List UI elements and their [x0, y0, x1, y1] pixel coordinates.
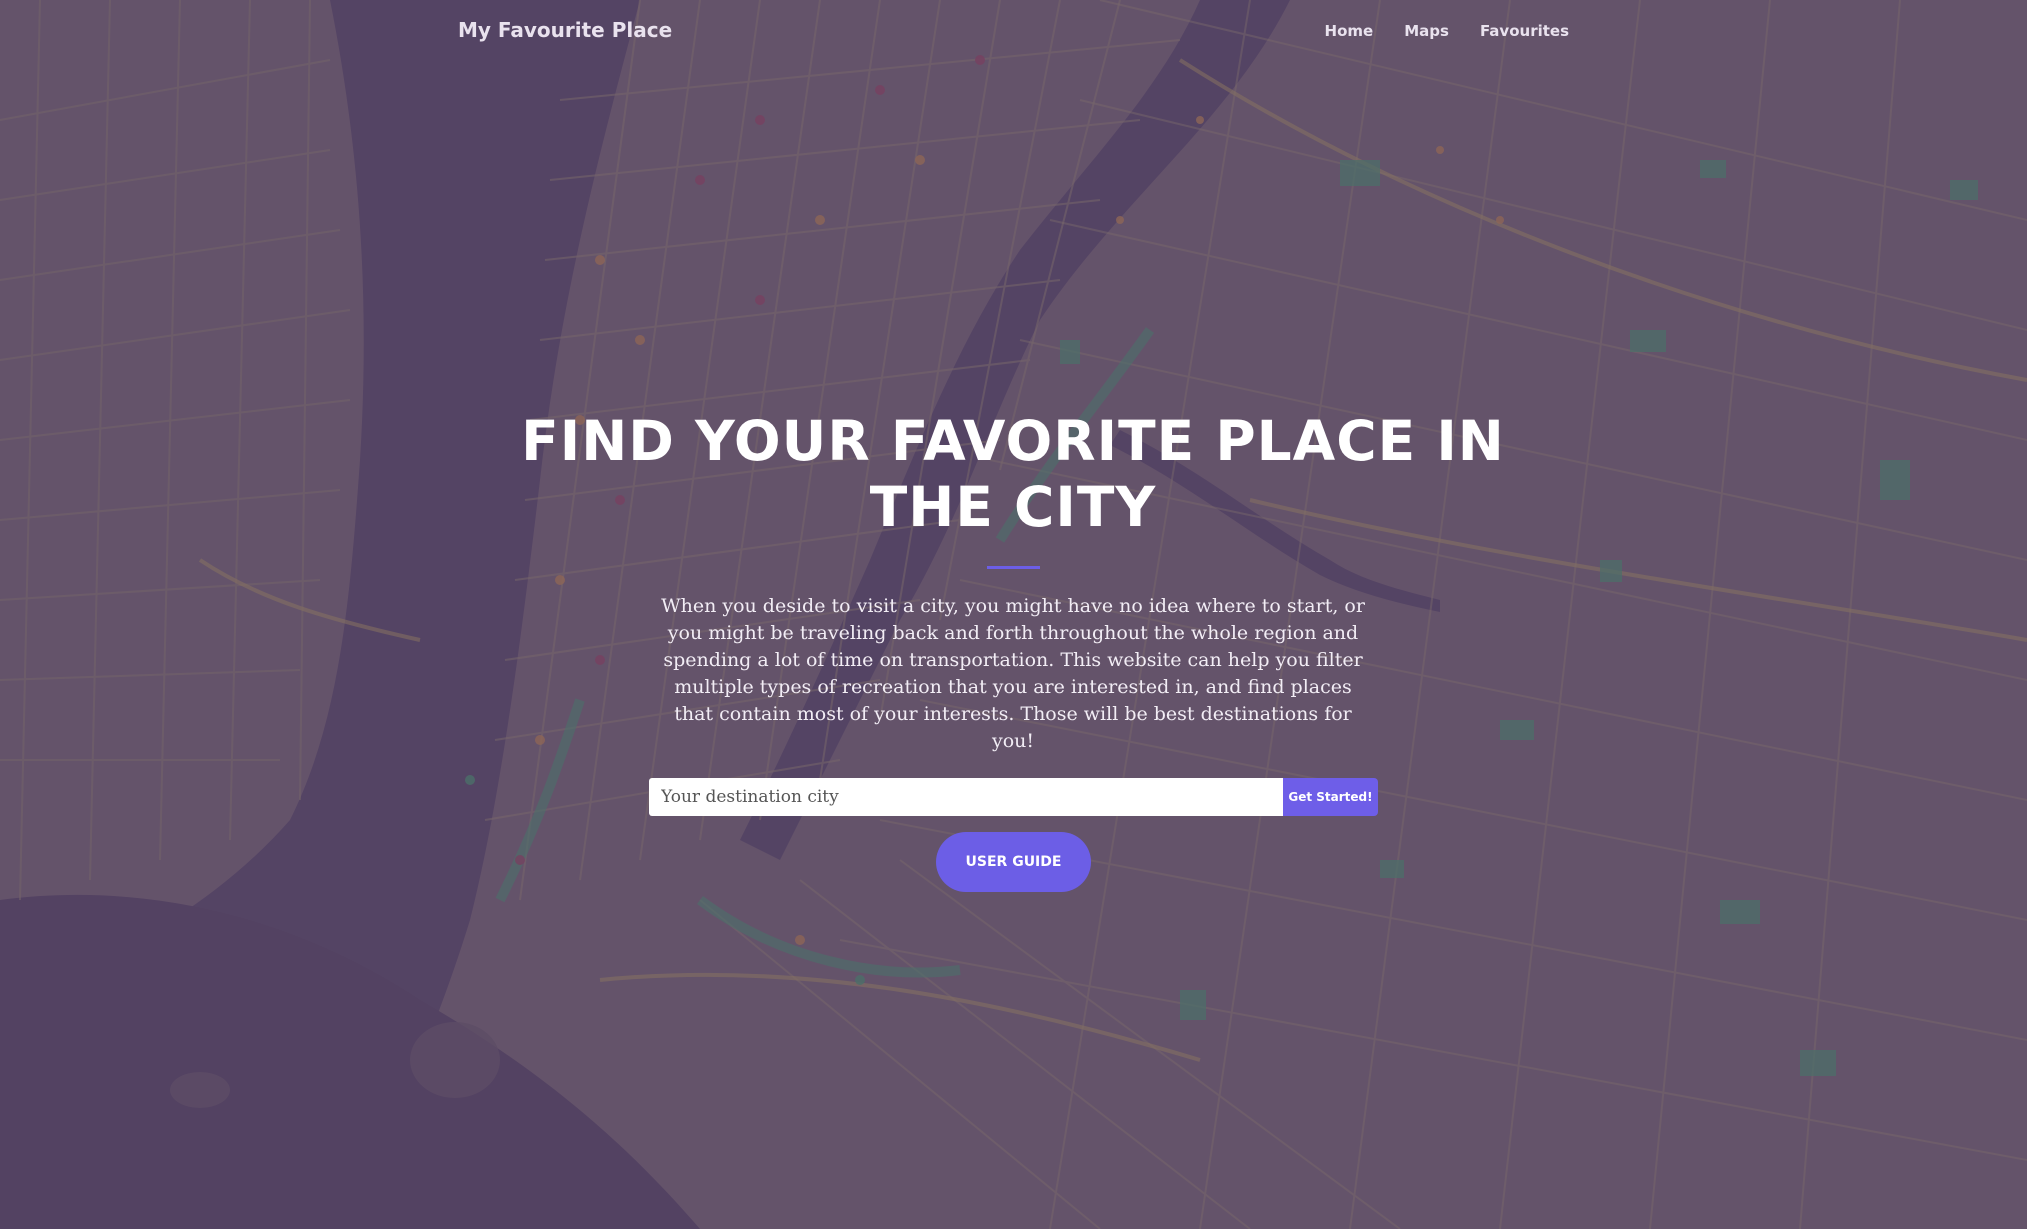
- get-started-button[interactable]: Get Started!: [1283, 778, 1378, 816]
- user-guide-button[interactable]: USER GUIDE: [936, 832, 1091, 892]
- nav-link-home[interactable]: Home: [1325, 22, 1374, 40]
- title-divider: [987, 566, 1040, 569]
- navbar: My Favourite Place Home Maps Favourites: [0, 0, 2027, 68]
- hero-description: When you deside to visit a city, you mig…: [661, 595, 1365, 752]
- destination-search-form: Get Started!: [649, 778, 1378, 816]
- destination-city-input[interactable]: [649, 778, 1283, 816]
- hero-title: FIND YOUR FAVORITE PLACE IN THE CITY: [521, 409, 1505, 539]
- nav-links: Home Maps Favourites: [1325, 22, 1569, 40]
- nav-link-favourites[interactable]: Favourites: [1480, 22, 1569, 40]
- nav-link-maps[interactable]: Maps: [1404, 22, 1449, 40]
- brand-logo-link[interactable]: My Favourite Place: [458, 18, 672, 42]
